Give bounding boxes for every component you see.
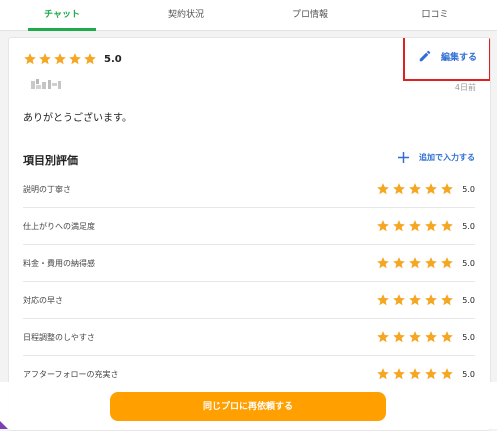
corner-triangle-icon [0,421,8,429]
category-score: 5.0 [462,369,475,379]
tab-reviews-label: 口コミ [421,10,449,20]
bottom-action-bar: 同じプロに再依頼する [0,382,497,429]
star-icon [376,293,390,307]
overall-score: 5.0 [104,53,122,65]
review-card: 5.0 編集する 4日前 ありがとうございます。 項目別評価 追加で入力する 説… [8,37,491,431]
star-icon [376,256,390,270]
category-rating-row: 日程調整のしやすさ 5.0 [23,319,475,356]
category-label: 仕上がりへの満足度 [23,222,95,231]
category-rating-row: 仕上がりへの満足度 5.0 [23,208,475,245]
tab-pro-info-label: プロ情報 [291,10,328,20]
star-icon [424,293,438,307]
star-icon [23,52,37,66]
ratings-section-title: 項目別評価 [23,154,78,167]
category-label: アフターフォローの充実さ [23,370,119,379]
category-score: 5.0 [462,221,475,231]
category-ratings-list: 説明の丁寧さ 5.0 仕上がりへの満足度 5.0 料金・費用の納得感 5.0 対応の早さ 5.… [23,171,475,393]
overall-rating: 5.0 [23,52,122,66]
tab-pro-info[interactable]: プロ情報 [248,0,372,30]
star-icon [408,182,422,196]
star-icon [376,330,390,344]
add-input-label: 追加で入力する [419,153,475,162]
category-score: 5.0 [462,184,475,194]
tab-reviews[interactable]: 口コミ [373,0,497,30]
category-stars: 5.0 [376,330,475,344]
star-icon [440,367,454,381]
star-icon [392,182,406,196]
category-label: 日程調整のしやすさ [23,333,95,342]
star-icon [408,367,422,381]
tab-chat[interactable]: チャット [0,0,124,31]
category-stars: 5.0 [376,219,475,233]
star-icon [392,330,406,344]
star-icon [408,256,422,270]
tab-chat-label: チャット [44,10,80,20]
star-icon [440,182,454,196]
star-icon [53,52,67,66]
star-icon [376,367,390,381]
category-score: 5.0 [462,295,475,305]
star-icon [424,219,438,233]
pencil-icon [419,50,431,62]
reviewer-avatar [31,79,63,91]
review-date: 4日前 [454,83,476,92]
star-icon [424,330,438,344]
overall-stars [23,52,98,66]
star-icon [408,330,422,344]
category-stars: 5.0 [376,182,475,196]
edit-review-button[interactable]: 編集する [403,38,490,81]
rehire-button[interactable]: 同じプロに再依頼する [110,392,386,421]
star-icon [424,367,438,381]
star-icon [408,293,422,307]
star-icon [440,256,454,270]
star-icon [440,330,454,344]
star-icon [408,219,422,233]
category-rating-row: 料金・費用の納得感 5.0 [23,245,475,282]
tab-contract-status[interactable]: 契約状況 [124,0,248,30]
star-icon [83,52,97,66]
category-score: 5.0 [462,258,475,268]
plus-icon [398,152,409,163]
star-icon [38,52,52,66]
star-icon [376,182,390,196]
star-icon [392,293,406,307]
star-icon [392,367,406,381]
active-tab-indicator [28,28,96,31]
tab-contract-status-label: 契約状況 [167,10,204,20]
star-icon [440,219,454,233]
star-icon [392,219,406,233]
category-stars: 5.0 [376,256,475,270]
star-icon [440,293,454,307]
star-icon [68,52,82,66]
star-icon [376,219,390,233]
category-label: 対応の早さ [23,296,63,305]
category-score: 5.0 [462,332,475,342]
star-icon [392,256,406,270]
review-comment: ありがとうございます。 [23,113,132,124]
category-label: 説明の丁寧さ [23,185,71,194]
star-icon [424,256,438,270]
category-label: 料金・費用の納得感 [23,259,95,268]
star-icon [424,182,438,196]
category-rating-row: 説明の丁寧さ 5.0 [23,171,475,208]
add-input-button[interactable]: 追加で入力する [398,152,475,163]
edit-review-label: 編集する [441,53,478,63]
tab-bar: チャット 契約状況 プロ情報 口コミ [0,0,497,31]
category-stars: 5.0 [376,293,475,307]
category-stars: 5.0 [376,367,475,381]
category-rating-row: 対応の早さ 5.0 [23,282,475,319]
